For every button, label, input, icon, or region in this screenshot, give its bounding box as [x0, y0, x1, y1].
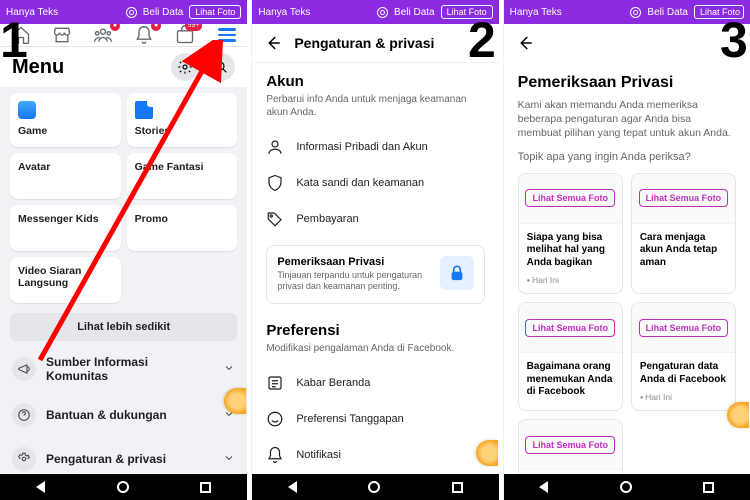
row-community[interactable]: Sumber Informasi Komunitas [0, 345, 247, 393]
bell-icon [266, 446, 284, 464]
row-help[interactable]: Bantuan & dukungan [0, 393, 247, 437]
nav-home[interactable] [620, 481, 632, 493]
tag-icon [266, 210, 284, 228]
nav-recent[interactable] [200, 482, 211, 493]
annotation-number-3: 3 [720, 20, 748, 60]
view-photo-button[interactable]: Lihat Foto [189, 5, 241, 19]
card-game[interactable]: Game [10, 93, 121, 147]
card-live[interactable]: Video Siaran Langsung [10, 257, 121, 303]
topic-grid: Lihat Semua FotoSiapa yang bisa melihat … [518, 173, 736, 474]
android-navbar [0, 474, 247, 500]
checkup-sub: Kami akan memandu Anda memeriksa beberap… [518, 98, 736, 141]
panel-1-menu: Hanya Teks Beli Data Lihat Foto ● ● 99+ … [0, 0, 247, 500]
nav-recent[interactable] [452, 482, 463, 493]
floating-messenger-pill[interactable] [727, 402, 749, 428]
settings-header: Pengaturan & privasi [252, 24, 498, 63]
nav-home[interactable] [117, 481, 129, 493]
gear-icon [12, 447, 36, 471]
tab-menu[interactable] [216, 24, 238, 46]
tab-notifications[interactable]: ● [133, 24, 155, 46]
row-newsfeed[interactable]: Kabar Beranda [252, 365, 498, 401]
topic-find-you[interactable]: Lihat Semua FotoBagaimana orang menemuka… [518, 302, 623, 411]
badge-dot: ● [110, 24, 120, 31]
back-icon[interactable] [516, 34, 534, 52]
tab-marketplace[interactable] [51, 24, 73, 46]
system-topbar: Hanya Teks Beli Data Lihat Foto [0, 0, 247, 24]
card-mkids[interactable]: Messenger Kids [10, 205, 121, 251]
topic-secure[interactable]: Lihat Semua FotoCara menjaga akun Anda t… [631, 173, 736, 295]
system-topbar: Hanya Teks Beli DataLihat Foto [252, 0, 498, 24]
shortcut-grid: Game Stories Avatar Game Fantasi Messeng… [0, 87, 247, 309]
annotation-number-1: 1 [0, 20, 28, 60]
annotation-number-2: 2 [468, 20, 496, 60]
search-button[interactable] [207, 53, 235, 81]
see-less-button[interactable]: Lihat lebih sedikit [10, 313, 237, 341]
tab-store[interactable]: 99+ [174, 24, 196, 46]
nav-home[interactable] [368, 481, 380, 493]
panel-2-settings: Hanya Teks Beli DataLihat Foto Pengatura… [251, 0, 498, 500]
back-icon[interactable] [264, 34, 282, 52]
chevron-down-icon [223, 362, 235, 377]
stories-icon [135, 101, 153, 119]
row-reaction[interactable]: Preferensi Tanggapan [252, 401, 498, 437]
android-navbar [504, 474, 750, 500]
card-stories[interactable]: Stories [127, 93, 238, 147]
row-settings-privacy[interactable]: Pengaturan & privasi [0, 437, 247, 474]
nav-back[interactable] [539, 481, 548, 493]
tab-bar: ● ● 99+ [0, 24, 247, 47]
game-icon [18, 101, 36, 119]
nav-back[interactable] [36, 481, 45, 493]
badge-count: 99+ [185, 24, 203, 31]
floating-messenger-pill[interactable] [224, 388, 246, 414]
row-personal-info[interactable]: Informasi Pribadi dan Akun [252, 129, 498, 165]
checkup-question: Topik apa yang ingin Anda periksa? [518, 151, 736, 163]
tab-groups[interactable]: ● [92, 24, 114, 46]
row-password[interactable]: Kata sandi dan keamanan [252, 165, 498, 201]
chevron-down-icon [223, 452, 235, 467]
settings-title: Pengaturan & privasi [294, 35, 434, 51]
newsfeed-icon [266, 374, 284, 392]
android-navbar [252, 474, 498, 500]
settings-button[interactable] [171, 53, 199, 81]
broadcast-icon [126, 7, 137, 18]
card-promo[interactable]: Promo [127, 205, 238, 251]
floating-messenger-pill[interactable] [476, 440, 498, 466]
broadcast-icon [377, 7, 388, 18]
reaction-icon [266, 410, 284, 428]
panel-3-privacy-checkup: Hanya Teks Beli DataLihat Foto Pemeriksa… [503, 0, 750, 500]
system-topbar: Hanya Teks Beli DataLihat Foto [504, 0, 750, 24]
help-icon [12, 403, 36, 427]
checkup-header [504, 24, 750, 62]
shield-icon [266, 174, 284, 192]
card-fantasy[interactable]: Game Fantasi [127, 153, 238, 199]
section-account: Akun Perbarui info Anda untuk menjaga ke… [252, 63, 498, 129]
checkup-title: Pemeriksaan Privasi [518, 74, 736, 92]
topic-ads[interactable]: Lihat Semua FotoPreferensi iklan [518, 419, 623, 474]
hamburger-icon [218, 28, 236, 42]
megaphone-icon [12, 357, 36, 381]
person-icon [266, 138, 284, 156]
badge-dot: ● [151, 24, 161, 31]
broadcast-icon [630, 7, 641, 18]
row-payment[interactable]: Pembayaran [252, 201, 498, 237]
topic-who-sees[interactable]: Lihat Semua FotoSiapa yang bisa melihat … [518, 173, 623, 295]
topic-data[interactable]: Lihat Semua FotoPengaturan data Anda di … [631, 302, 736, 411]
card-avatar[interactable]: Avatar [10, 153, 121, 199]
lock-icon [440, 256, 474, 290]
nav-recent[interactable] [703, 482, 714, 493]
section-preferences: Preferensi Modifikasi pengalaman Anda di… [252, 312, 498, 365]
privacy-checkup-card[interactable]: Pemeriksaan Privasi Tinjauan terpandu un… [266, 245, 484, 304]
buy-data-link[interactable]: Beli Data [143, 7, 184, 18]
row-notif[interactable]: Notifikasi [252, 437, 498, 473]
menu-header: Menu [0, 47, 247, 87]
nav-back[interactable] [288, 481, 297, 493]
